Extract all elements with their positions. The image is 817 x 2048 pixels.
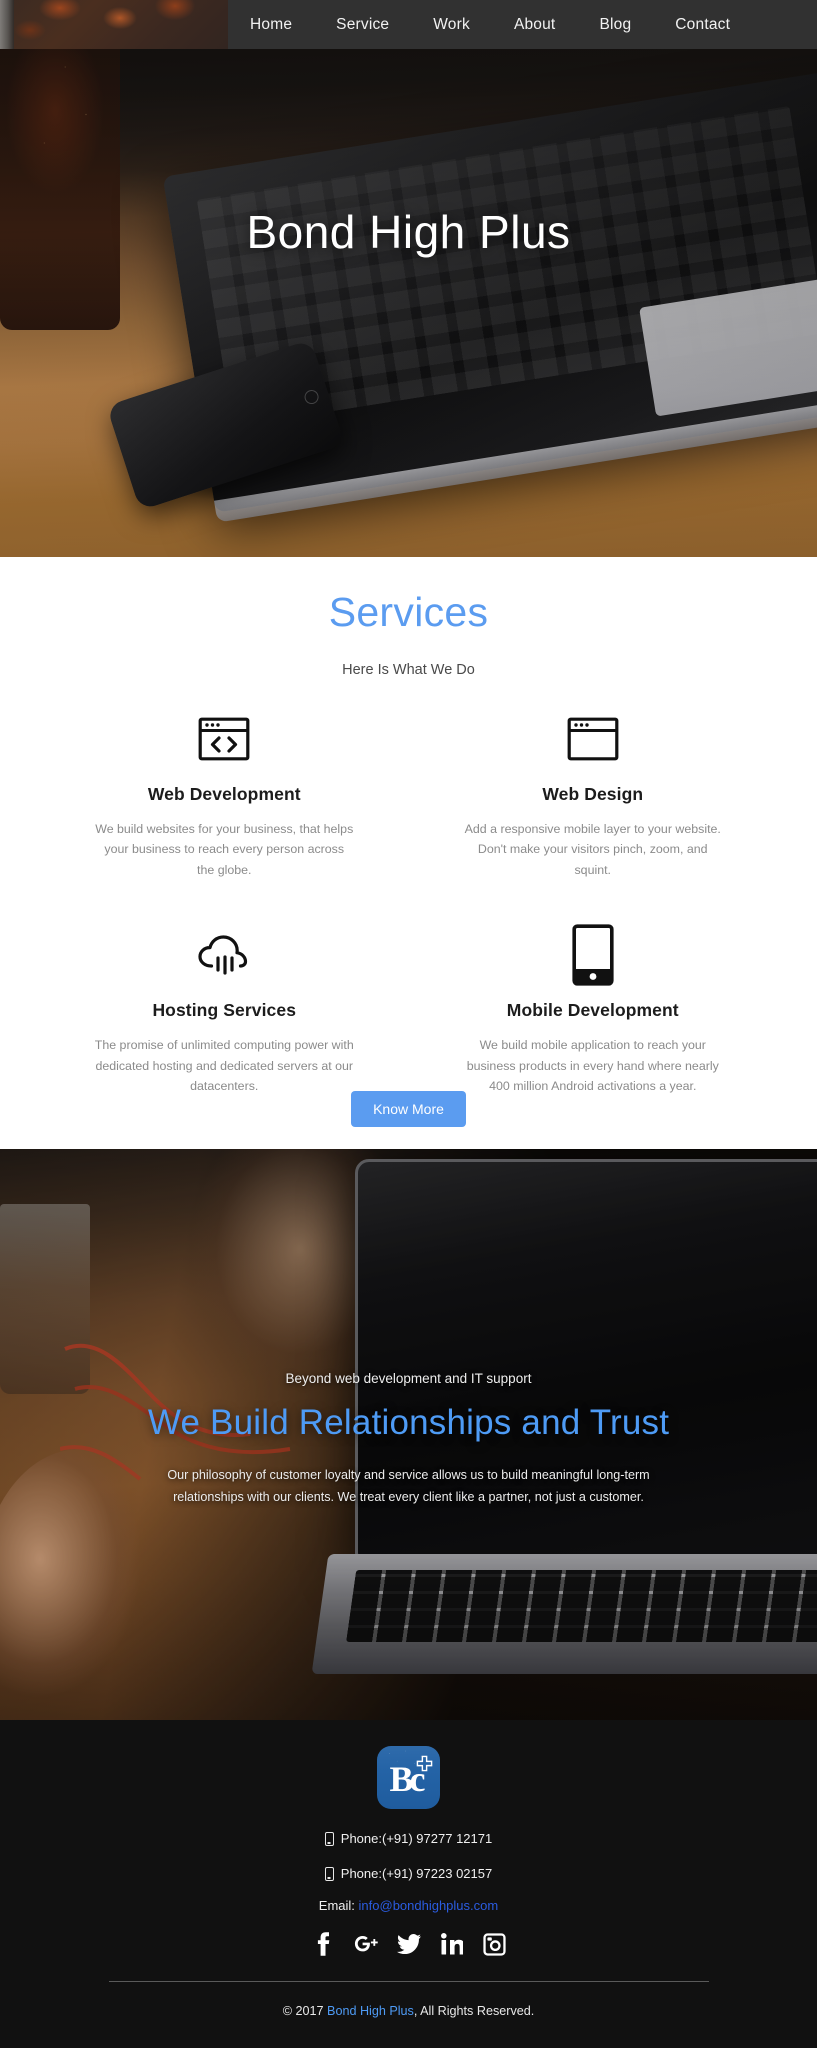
nav-item-about[interactable]: About bbox=[492, 0, 578, 49]
mobile-phone-icon bbox=[324, 1866, 334, 1881]
main-navigation: Home Service Work About Blog Contact bbox=[0, 0, 817, 49]
social-links bbox=[0, 1931, 817, 1957]
page-title: Bond High Plus bbox=[246, 206, 571, 258]
copyright-prefix: © 2017 bbox=[282, 2004, 328, 2018]
phone-row-2: Phone:(+91) 97223 02157 bbox=[0, 1866, 817, 1881]
twitter-icon[interactable] bbox=[396, 1931, 422, 1957]
nav-item-home[interactable]: Home bbox=[228, 0, 314, 49]
site-footer: Bc Phone:(+91) 97277 12171 Phone:(+91) 9… bbox=[0, 1720, 817, 2048]
nav-menu: Home Service Work About Blog Contact bbox=[228, 0, 752, 49]
hero-section: Bond High Plus bbox=[0, 0, 817, 557]
mobile-phone-icon bbox=[449, 924, 738, 987]
nav-item-service[interactable]: Service bbox=[314, 0, 411, 49]
relationships-section: Beyond web development and IT support We… bbox=[0, 1149, 817, 1720]
browser-window-icon bbox=[449, 708, 738, 770]
service-card-web-design: Web Design Add a responsive mobile layer… bbox=[409, 708, 778, 880]
facebook-icon[interactable] bbox=[310, 1931, 336, 1957]
service-title: Web Design bbox=[542, 784, 644, 804]
service-description: We build mobile application to reach you… bbox=[466, 1038, 719, 1094]
service-card-hosting-services: Hosting Services The promise of unlimite… bbox=[40, 924, 409, 1096]
footer-divider bbox=[108, 1981, 709, 1982]
hero-dark-overlay bbox=[0, 0, 817, 557]
nav-strip-photo bbox=[0, 0, 228, 49]
copyright-brand-link[interactable]: Bond High Plus bbox=[327, 2004, 414, 2018]
mobile-phone-icon bbox=[324, 1831, 334, 1846]
services-grid: Web Development We build websites for yo… bbox=[0, 708, 817, 1103]
browser-code-icon bbox=[80, 708, 369, 770]
nav-image-strip bbox=[0, 0, 228, 49]
logo-plus-icon bbox=[416, 1755, 433, 1772]
nav-item-work[interactable]: Work bbox=[411, 0, 492, 49]
parallax-content: Beyond web development and IT support We… bbox=[0, 1371, 817, 1508]
copyright-text: © 2017 Bond High Plus, All Rights Reserv… bbox=[0, 2004, 817, 2018]
services-section: Services Here Is What We Do Web Developm… bbox=[0, 557, 817, 1149]
google-plus-icon[interactable] bbox=[353, 1931, 379, 1957]
service-title: Hosting Services bbox=[152, 1000, 297, 1021]
service-card-web-development: Web Development We build websites for yo… bbox=[40, 708, 409, 880]
service-description: We build websites for your business, tha… bbox=[95, 822, 354, 877]
parallax-heading: We Build Relationships and Trust bbox=[147, 1403, 670, 1442]
know-more-container: Know More bbox=[0, 1091, 817, 1127]
phone-number-1: Phone:(+91) 97277 12171 bbox=[340, 1831, 493, 1846]
nav-item-blog[interactable]: Blog bbox=[577, 0, 653, 49]
parallax-paragraph: Our philosophy of customer loyalty and s… bbox=[167, 1468, 650, 1505]
email-row: Email: info@bondhighplus.com bbox=[0, 1898, 817, 1913]
linkedin-icon[interactable] bbox=[439, 1931, 465, 1957]
parallax-eyebrow: Beyond web development and IT support bbox=[285, 1371, 532, 1386]
service-title: Mobile Development bbox=[506, 1000, 679, 1021]
copyright-suffix: , All Rights Reserved. bbox=[413, 2004, 535, 2018]
phone-number-2: Phone:(+91) 97223 02157 bbox=[340, 1866, 493, 1881]
cloud-rain-icon bbox=[80, 924, 369, 986]
instagram-icon[interactable] bbox=[482, 1931, 508, 1957]
service-title: Web Development bbox=[147, 784, 301, 804]
phone-row-1: Phone:(+91) 97277 12171 bbox=[0, 1831, 817, 1846]
nav-item-contact[interactable]: Contact bbox=[653, 0, 752, 49]
services-heading: Services bbox=[328, 589, 489, 635]
email-label: Email: bbox=[318, 1898, 355, 1913]
service-description: Add a responsive mobile layer to your we… bbox=[464, 822, 721, 877]
service-card-mobile-development: Mobile Development We build mobile appli… bbox=[409, 924, 778, 1096]
brand-logo[interactable]: Bc bbox=[377, 1746, 440, 1809]
know-more-button[interactable]: Know More bbox=[351, 1091, 466, 1127]
services-subheading: Here Is What We Do bbox=[342, 662, 475, 678]
page-root: Bond High Plus Home Service Work About B… bbox=[0, 0, 817, 2048]
footer-logo-container: Bc bbox=[0, 1720, 817, 1809]
service-description: The promise of unlimited computing power… bbox=[94, 1038, 354, 1094]
email-link[interactable]: info@bondhighplus.com bbox=[359, 1898, 499, 1913]
nav-strip-edge bbox=[0, 0, 14, 49]
